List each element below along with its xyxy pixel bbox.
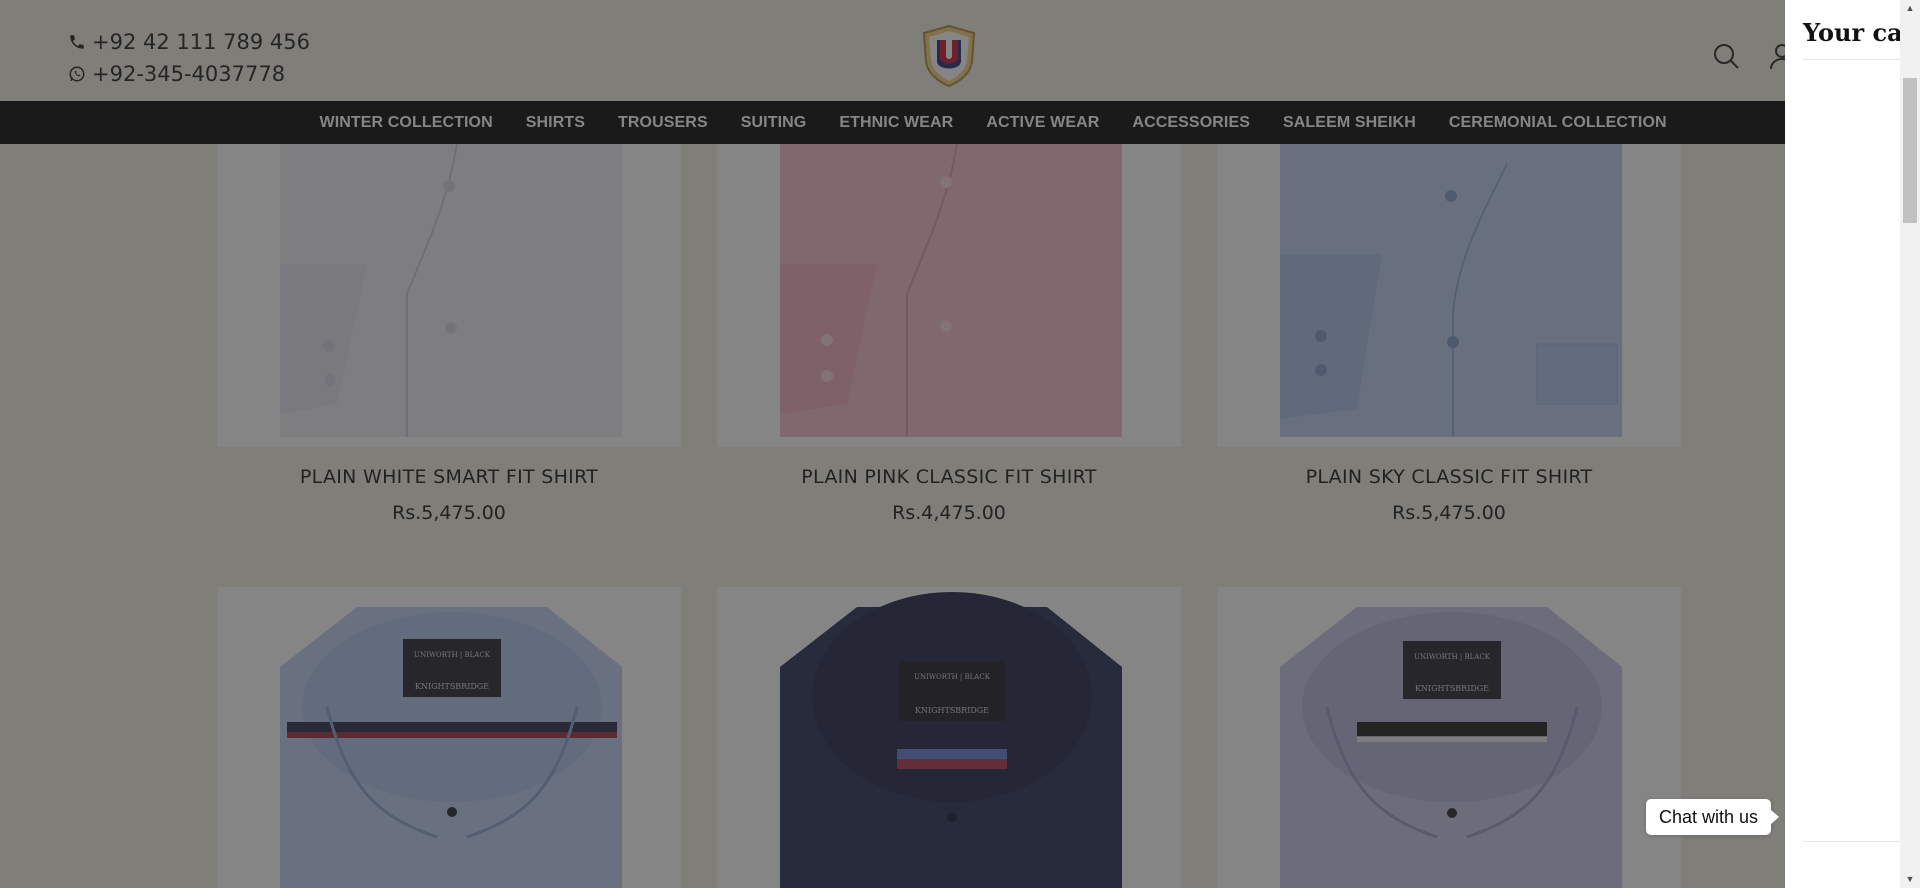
product-name[interactable]: PLAIN PINK CLASSIC FIT SHIRT — [717, 466, 1181, 488]
label-sub-text: KNIGHTSBRIDGE — [1415, 684, 1489, 693]
product-image[interactable]: UNIWORTH | BLACK KNIGHTSBRIDGE — [1217, 587, 1681, 888]
header-actions — [1712, 42, 1796, 70]
product-image[interactable]: UNIWORTH | BLACK KNIGHTSBRIDGE — [217, 587, 681, 888]
nav-item-winter-collection[interactable]: WINTER COLLECTION — [303, 114, 509, 132]
nav-item-active-wear[interactable]: ACTIVE WEAR — [970, 114, 1116, 132]
product-price: Rs.5,475.00 — [392, 502, 506, 524]
label-sub-text: KNIGHTSBRIDGE — [415, 682, 489, 691]
label-brand-text: UNIWORTH | BLACK — [1414, 653, 1491, 661]
label-brand-text: UNIWORTH | BLACK — [414, 651, 491, 659]
search-icon[interactable] — [1712, 42, 1740, 70]
shield-logo-icon — [922, 24, 976, 88]
nav-item-trousers[interactable]: TROUSERS — [602, 114, 725, 132]
scroll-down-icon[interactable]: ▼ — [1900, 871, 1920, 888]
product-info: PLAIN WHITE SMART FIT SHIRT Rs.5,475.00 — [217, 466, 681, 524]
product-image[interactable]: UNIWORTH | BLACK KNIGHTSBRIDGE — [717, 587, 1181, 888]
nav-item-ceremonial-collection[interactable]: CEREMONIAL COLLECTION — [1432, 114, 1683, 132]
nav-item-shirts[interactable]: SHIRTS — [509, 114, 601, 132]
nav-item-suiting[interactable]: SUITING — [724, 114, 823, 132]
phone-number: +92 42 111 789 456 — [92, 30, 310, 54]
phone-icon — [70, 35, 84, 49]
contact-info: +92 42 111 789 456 +92-345-4037778 — [68, 26, 310, 90]
product-image[interactable] — [217, 144, 681, 447]
site-header: +92 42 111 789 456 +92-345-4037778 — [0, 0, 1920, 101]
whatsapp-number: +92-345-4037778 — [92, 62, 286, 86]
nav-item-ethnic-wear[interactable]: ETHNIC WEAR — [823, 114, 970, 132]
scroll-thumb[interactable] — [1903, 78, 1917, 223]
product-price: Rs.4,475.00 — [892, 502, 1006, 524]
label-brand-text: UNIWORTH | BLACK — [914, 673, 991, 681]
nav-item-saleem-sheikh[interactable]: SALEEM SHEIKH — [1267, 114, 1433, 132]
product-info: PLAIN PINK CLASSIC FIT SHIRT Rs.4,475.00 — [717, 466, 1181, 524]
nav-item-accessories[interactable]: ACCESSORIES — [1116, 114, 1267, 132]
product-image[interactable] — [1217, 144, 1681, 447]
product-name[interactable]: PLAIN SKY CLASSIC FIT SHIRT — [1217, 466, 1681, 488]
chat-button[interactable]: Chat with us — [1646, 799, 1780, 835]
product-name[interactable]: PLAIN WHITE SMART FIT SHIRT — [217, 466, 681, 488]
brand-logo[interactable] — [921, 24, 977, 88]
product-info: PLAIN SKY CLASSIC FIT SHIRT Rs.5,475.00 — [1217, 466, 1681, 524]
scroll-up-icon[interactable]: ▲ — [1900, 0, 1920, 17]
phone-line[interactable]: +92 42 111 789 456 — [68, 26, 310, 58]
scrollbar[interactable]: ▲ ▼ — [1900, 0, 1920, 888]
product-price: Rs.5,475.00 — [1392, 502, 1506, 524]
product-image[interactable] — [717, 144, 1181, 447]
label-sub-text: KNIGHTSBRIDGE — [915, 706, 989, 715]
whatsapp-line[interactable]: +92-345-4037778 — [68, 58, 310, 90]
main-navigation: WINTER COLLECTION SHIRTS TROUSERS SUITIN… — [0, 101, 1920, 144]
whatsapp-icon — [69, 66, 85, 82]
